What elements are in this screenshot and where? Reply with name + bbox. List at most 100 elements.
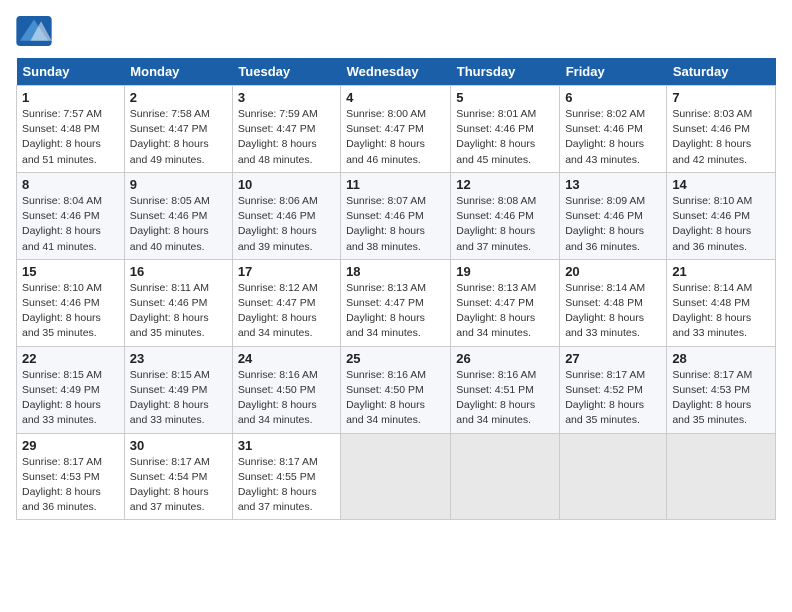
calendar-cell: 22 Sunrise: 8:15 AMSunset: 4:49 PMDaylig…: [17, 346, 125, 433]
calendar-cell: 31 Sunrise: 8:17 AMSunset: 4:55 PMDaylig…: [232, 433, 340, 520]
day-info: Sunrise: 8:06 AMSunset: 4:46 PMDaylight:…: [238, 194, 335, 255]
calendar-week-row: 8 Sunrise: 8:04 AMSunset: 4:46 PMDayligh…: [17, 172, 776, 259]
day-number: 7: [672, 90, 770, 105]
calendar-cell: 14 Sunrise: 8:10 AMSunset: 4:46 PMDaylig…: [667, 172, 776, 259]
day-info: Sunrise: 8:16 AMSunset: 4:50 PMDaylight:…: [346, 368, 445, 429]
day-info: Sunrise: 8:07 AMSunset: 4:46 PMDaylight:…: [346, 194, 445, 255]
day-info: Sunrise: 8:15 AMSunset: 4:49 PMDaylight:…: [130, 368, 227, 429]
day-info: Sunrise: 7:57 AMSunset: 4:48 PMDaylight:…: [22, 107, 119, 168]
calendar-week-row: 22 Sunrise: 8:15 AMSunset: 4:49 PMDaylig…: [17, 346, 776, 433]
day-info: Sunrise: 8:17 AMSunset: 4:53 PMDaylight:…: [22, 455, 119, 516]
day-number: 25: [346, 351, 445, 366]
day-info: Sunrise: 8:13 AMSunset: 4:47 PMDaylight:…: [346, 281, 445, 342]
day-number: 28: [672, 351, 770, 366]
calendar-cell: 24 Sunrise: 8:16 AMSunset: 4:50 PMDaylig…: [232, 346, 340, 433]
day-info: Sunrise: 8:15 AMSunset: 4:49 PMDaylight:…: [22, 368, 119, 429]
calendar-week-row: 29 Sunrise: 8:17 AMSunset: 4:53 PMDaylig…: [17, 433, 776, 520]
day-number: 29: [22, 438, 119, 453]
day-info: Sunrise: 8:10 AMSunset: 4:46 PMDaylight:…: [22, 281, 119, 342]
day-number: 27: [565, 351, 661, 366]
calendar-cell: 8 Sunrise: 8:04 AMSunset: 4:46 PMDayligh…: [17, 172, 125, 259]
day-info: Sunrise: 8:10 AMSunset: 4:46 PMDaylight:…: [672, 194, 770, 255]
day-number: 11: [346, 177, 445, 192]
day-number: 15: [22, 264, 119, 279]
day-info: Sunrise: 8:08 AMSunset: 4:46 PMDaylight:…: [456, 194, 554, 255]
calendar-cell: 4 Sunrise: 8:00 AMSunset: 4:47 PMDayligh…: [341, 86, 451, 173]
calendar-cell: 25 Sunrise: 8:16 AMSunset: 4:50 PMDaylig…: [341, 346, 451, 433]
header-monday: Monday: [124, 58, 232, 86]
day-number: 19: [456, 264, 554, 279]
day-info: Sunrise: 7:58 AMSunset: 4:47 PMDaylight:…: [130, 107, 227, 168]
day-info: Sunrise: 8:17 AMSunset: 4:53 PMDaylight:…: [672, 368, 770, 429]
calendar-cell: 18 Sunrise: 8:13 AMSunset: 4:47 PMDaylig…: [341, 259, 451, 346]
day-info: Sunrise: 8:17 AMSunset: 4:52 PMDaylight:…: [565, 368, 661, 429]
day-number: 23: [130, 351, 227, 366]
day-info: Sunrise: 8:16 AMSunset: 4:50 PMDaylight:…: [238, 368, 335, 429]
day-info: Sunrise: 8:16 AMSunset: 4:51 PMDaylight:…: [456, 368, 554, 429]
day-number: 24: [238, 351, 335, 366]
day-info: Sunrise: 8:17 AMSunset: 4:55 PMDaylight:…: [238, 455, 335, 516]
calendar-cell: 15 Sunrise: 8:10 AMSunset: 4:46 PMDaylig…: [17, 259, 125, 346]
logo-icon: [16, 16, 52, 46]
day-number: 16: [130, 264, 227, 279]
calendar-week-row: 1 Sunrise: 7:57 AMSunset: 4:48 PMDayligh…: [17, 86, 776, 173]
day-number: 30: [130, 438, 227, 453]
calendar-cell: 6 Sunrise: 8:02 AMSunset: 4:46 PMDayligh…: [560, 86, 667, 173]
day-info: Sunrise: 8:11 AMSunset: 4:46 PMDaylight:…: [130, 281, 227, 342]
day-number: 8: [22, 177, 119, 192]
day-info: Sunrise: 8:14 AMSunset: 4:48 PMDaylight:…: [565, 281, 661, 342]
header-thursday: Thursday: [451, 58, 560, 86]
day-number: 9: [130, 177, 227, 192]
calendar-cell: 26 Sunrise: 8:16 AMSunset: 4:51 PMDaylig…: [451, 346, 560, 433]
day-number: 20: [565, 264, 661, 279]
calendar-cell: 30 Sunrise: 8:17 AMSunset: 4:54 PMDaylig…: [124, 433, 232, 520]
calendar-cell: 27 Sunrise: 8:17 AMSunset: 4:52 PMDaylig…: [560, 346, 667, 433]
day-info: Sunrise: 8:03 AMSunset: 4:46 PMDaylight:…: [672, 107, 770, 168]
logo: [16, 16, 58, 46]
calendar-cell: 5 Sunrise: 8:01 AMSunset: 4:46 PMDayligh…: [451, 86, 560, 173]
day-info: Sunrise: 8:05 AMSunset: 4:46 PMDaylight:…: [130, 194, 227, 255]
calendar-cell: 16 Sunrise: 8:11 AMSunset: 4:46 PMDaylig…: [124, 259, 232, 346]
header-sunday: Sunday: [17, 58, 125, 86]
day-info: Sunrise: 8:02 AMSunset: 4:46 PMDaylight:…: [565, 107, 661, 168]
calendar-cell: 13 Sunrise: 8:09 AMSunset: 4:46 PMDaylig…: [560, 172, 667, 259]
calendar-cell: 20 Sunrise: 8:14 AMSunset: 4:48 PMDaylig…: [560, 259, 667, 346]
calendar-table: Sunday Monday Tuesday Wednesday Thursday…: [16, 58, 776, 520]
day-info: Sunrise: 8:17 AMSunset: 4:54 PMDaylight:…: [130, 455, 227, 516]
day-number: 14: [672, 177, 770, 192]
day-number: 3: [238, 90, 335, 105]
day-info: Sunrise: 8:14 AMSunset: 4:48 PMDaylight:…: [672, 281, 770, 342]
calendar-cell: [341, 433, 451, 520]
calendar-cell: 7 Sunrise: 8:03 AMSunset: 4:46 PMDayligh…: [667, 86, 776, 173]
calendar-cell: 3 Sunrise: 7:59 AMSunset: 4:47 PMDayligh…: [232, 86, 340, 173]
header-friday: Friday: [560, 58, 667, 86]
day-number: 10: [238, 177, 335, 192]
calendar-cell: 23 Sunrise: 8:15 AMSunset: 4:49 PMDaylig…: [124, 346, 232, 433]
day-number: 2: [130, 90, 227, 105]
day-number: 26: [456, 351, 554, 366]
calendar-cell: 1 Sunrise: 7:57 AMSunset: 4:48 PMDayligh…: [17, 86, 125, 173]
day-info: Sunrise: 8:13 AMSunset: 4:47 PMDaylight:…: [456, 281, 554, 342]
day-number: 18: [346, 264, 445, 279]
calendar-cell: 28 Sunrise: 8:17 AMSunset: 4:53 PMDaylig…: [667, 346, 776, 433]
calendar-cell: 12 Sunrise: 8:08 AMSunset: 4:46 PMDaylig…: [451, 172, 560, 259]
calendar-cell: 29 Sunrise: 8:17 AMSunset: 4:53 PMDaylig…: [17, 433, 125, 520]
day-info: Sunrise: 8:04 AMSunset: 4:46 PMDaylight:…: [22, 194, 119, 255]
calendar-cell: 10 Sunrise: 8:06 AMSunset: 4:46 PMDaylig…: [232, 172, 340, 259]
weekday-header-row: Sunday Monday Tuesday Wednesday Thursday…: [17, 58, 776, 86]
day-number: 17: [238, 264, 335, 279]
day-number: 13: [565, 177, 661, 192]
day-number: 4: [346, 90, 445, 105]
day-number: 31: [238, 438, 335, 453]
calendar-cell: [667, 433, 776, 520]
header-wednesday: Wednesday: [341, 58, 451, 86]
day-number: 22: [22, 351, 119, 366]
day-number: 6: [565, 90, 661, 105]
calendar-cell: 11 Sunrise: 8:07 AMSunset: 4:46 PMDaylig…: [341, 172, 451, 259]
day-number: 21: [672, 264, 770, 279]
calendar-cell: 19 Sunrise: 8:13 AMSunset: 4:47 PMDaylig…: [451, 259, 560, 346]
calendar-cell: [451, 433, 560, 520]
header-tuesday: Tuesday: [232, 58, 340, 86]
day-info: Sunrise: 8:00 AMSunset: 4:47 PMDaylight:…: [346, 107, 445, 168]
day-number: 1: [22, 90, 119, 105]
